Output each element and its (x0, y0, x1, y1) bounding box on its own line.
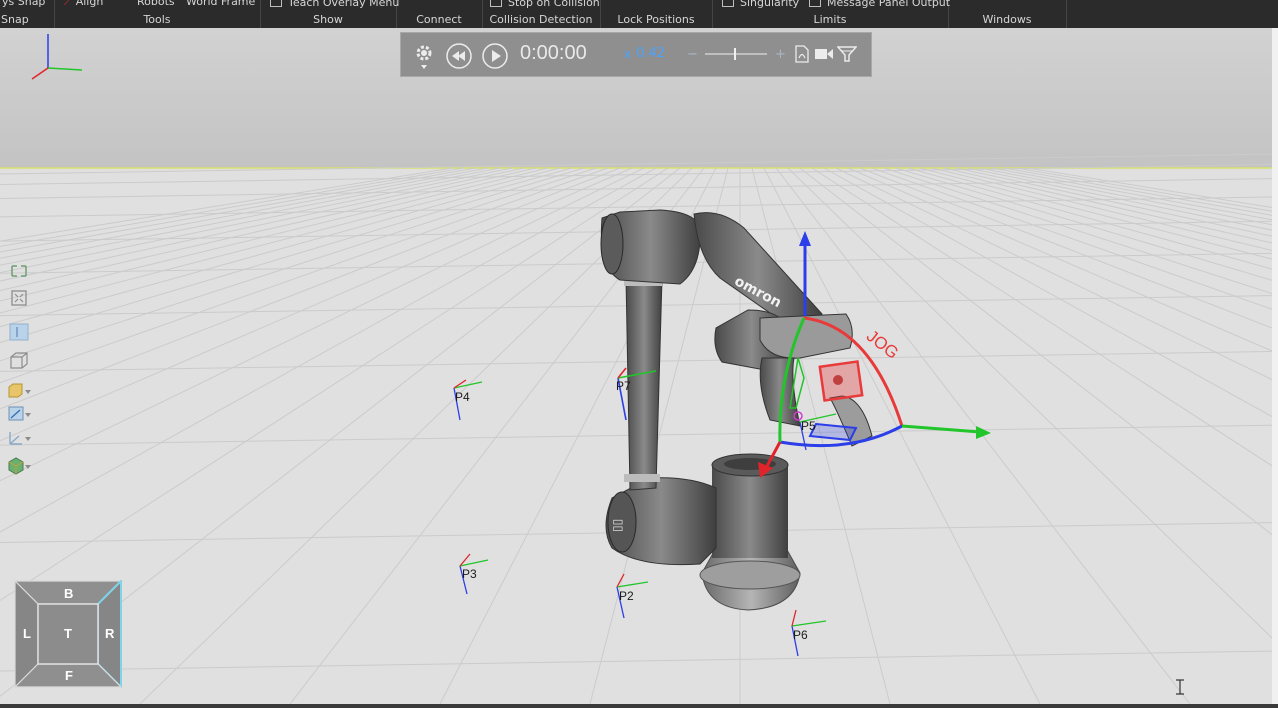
ribbon-group-snap: ys Snap Snap (0, 0, 55, 28)
ribbon-group-collision: Stop on Collision Collision Detection (482, 0, 601, 28)
align-icon: ⟋ (64, 0, 72, 8)
teach-point-label: P5 (801, 419, 816, 433)
bottom-edge (0, 704, 1278, 708)
ribbon-group-label-windows: Windows (982, 13, 1032, 26)
teach-point-label: P7 (616, 379, 631, 393)
zoom-fit-icon[interactable] (6, 288, 32, 308)
teach-point-label: P3 (462, 567, 477, 581)
ribbon-group-connect: Connect (396, 0, 483, 28)
scene-canvas: ▯▯ omron JOG P4 P7 P5 P3 P2 P6 (0, 28, 1278, 705)
teach-overlay-menu-checkbox[interactable]: Teach Overlay Menu (270, 0, 399, 9)
rewind-button[interactable] (445, 42, 473, 70)
view-cube-right-label: R (105, 626, 115, 641)
checkbox-icon (722, 0, 734, 7)
view-box-dropdown-icon[interactable] (6, 381, 32, 401)
ribbon-group-label-show: Show (313, 13, 343, 26)
stop-on-collision-checkbox[interactable]: Stop on Collision (490, 0, 600, 9)
playback-toolbar: 0:00:00 x 0.42 − + (400, 32, 872, 77)
view-plane-dropdown-icon[interactable] (6, 404, 32, 424)
view-cube-front-label: F (65, 668, 73, 683)
settings-gear-icon[interactable] (413, 43, 435, 71)
render-options-icon[interactable] (837, 45, 857, 63)
ribbon-group-lock: Lock Positions (600, 0, 713, 28)
view-cube[interactable]: B L T R F (13, 578, 124, 690)
world-frame-button[interactable]: World Frame (186, 0, 255, 8)
svg-text:▯▯: ▯▯ (610, 519, 624, 532)
play-button[interactable] (481, 42, 509, 70)
pdf-export-icon[interactable] (794, 45, 810, 63)
section-view-icon[interactable] (6, 322, 32, 342)
ribbon-group-label-lock: Lock Positions (617, 13, 695, 26)
align-button[interactable]: ⟋ Align (64, 0, 103, 9)
view-cube-left-label: L (23, 626, 31, 641)
ribbon-group-windows: Windows (948, 0, 1067, 28)
svg-text:−: − (687, 47, 698, 62)
ribbon-group-label-tools: Tools (143, 13, 171, 26)
ribbon-group-label-snap: Snap (1, 13, 29, 26)
ribbon-group-show: Teach Overlay Menu Show (260, 0, 399, 28)
message-panel-output-checkbox[interactable]: Message Panel Output (809, 0, 950, 9)
3d-viewport[interactable]: ▯▯ omron JOG P4 P7 P5 P3 P2 P6 (0, 28, 1278, 705)
zoom-extents-icon[interactable] (6, 261, 32, 281)
ribbon-group-label-collision: Collision Detection (489, 13, 593, 26)
render-mode-dropdown-icon[interactable] (6, 456, 32, 476)
view-cube-back-label: B (64, 586, 74, 601)
axes-dropdown-icon[interactable] (6, 428, 32, 448)
speed-value[interactable]: 0.42 (636, 46, 665, 61)
vertical-scrollbar[interactable] (1272, 28, 1278, 704)
robots-button[interactable]: Robots (137, 0, 175, 8)
teach-point-label: P6 (793, 628, 808, 642)
svg-text:+: + (775, 47, 786, 62)
checkbox-icon (809, 0, 821, 7)
checkbox-icon (490, 0, 502, 7)
checkbox-icon (270, 0, 282, 7)
speed-slider[interactable]: − + (687, 45, 787, 63)
ribbon-group-tools: ⟋ Align Robots World Frame Tools (54, 0, 261, 28)
ribbon-group-label-limits: Limits (813, 13, 847, 26)
snap-option[interactable]: ys Snap (2, 0, 45, 8)
ribbon-toolbar: ys Snap Snap ⟋ Align Robots World Frame T… (0, 0, 1278, 28)
jog-plane-handle[interactable] (808, 422, 858, 442)
wireframe-cube-icon[interactable] (6, 350, 32, 370)
speed-prefix: x (624, 47, 632, 61)
time-display: 0:00:00 (520, 42, 587, 64)
ribbon-group-label-connect: Connect (416, 13, 462, 26)
singularity-checkbox[interactable]: Singularity (722, 0, 799, 9)
ribbon-group-limits: Singularity Message Panel Output Limits (712, 0, 950, 28)
video-camera-icon[interactable] (814, 46, 834, 62)
teach-point-label: P4 (455, 390, 470, 404)
view-cube-top-label: T (64, 626, 72, 641)
teach-point-label: P2 (619, 589, 634, 603)
